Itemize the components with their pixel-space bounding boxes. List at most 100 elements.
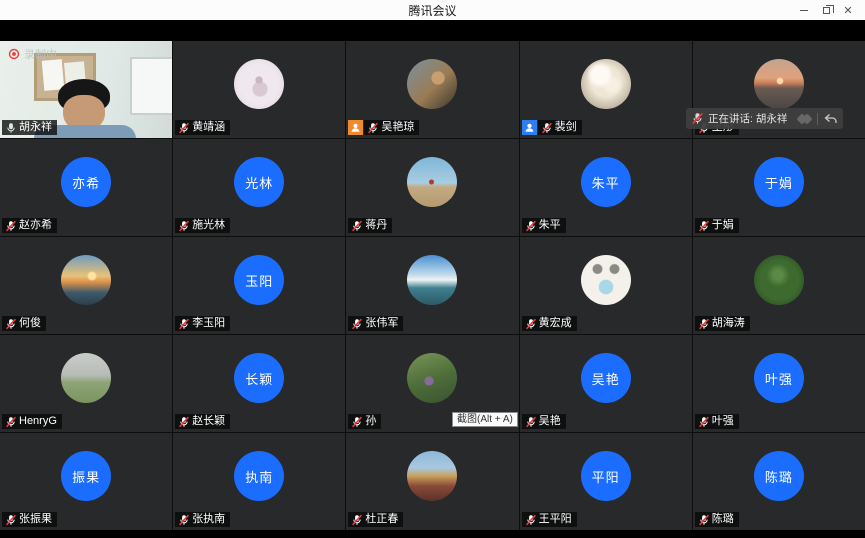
participant-name: 王平阳 bbox=[539, 512, 572, 527]
name-label-row: 张执南 bbox=[175, 512, 230, 527]
speaking-toast: 正在讲话: 胡永祥 bbox=[686, 108, 843, 129]
avatar: 叶强 bbox=[754, 353, 804, 403]
participant-tile[interactable]: 胡海涛 bbox=[693, 237, 865, 334]
avatar: 朱平 bbox=[581, 157, 631, 207]
toast-decoration-icon bbox=[798, 115, 811, 123]
participant-tile[interactable]: 平阳 王平阳 bbox=[520, 433, 692, 530]
restore-button[interactable] bbox=[815, 0, 837, 20]
avatar-initials: 亦希 bbox=[72, 173, 100, 192]
avatar bbox=[407, 255, 457, 305]
avatar: 长颖 bbox=[234, 353, 284, 403]
participant-tile[interactable]: 黄靖涵 bbox=[173, 41, 345, 138]
name-label-row: 孙 bbox=[348, 414, 381, 429]
reply-arrow-icon[interactable] bbox=[824, 113, 838, 125]
participant-name: 胡永祥 bbox=[19, 120, 52, 135]
participant-tile[interactable]: 裴剑 bbox=[520, 41, 692, 138]
muted-mic-icon bbox=[525, 416, 537, 428]
participant-tile[interactable]: 吴艳 吴艳 bbox=[520, 335, 692, 432]
participant-tile[interactable]: 何俊 bbox=[0, 237, 172, 334]
muted-mic-icon bbox=[698, 220, 710, 232]
name-label-row: 黄宏成 bbox=[522, 316, 577, 331]
participant-tile[interactable]: 亦希 赵亦希 bbox=[0, 139, 172, 236]
avatar bbox=[754, 59, 804, 109]
participant-tile[interactable]: 黄宏成 bbox=[520, 237, 692, 334]
avatar-initials: 朱平 bbox=[592, 173, 620, 192]
avatar bbox=[581, 59, 631, 109]
recording-label: 录制中 bbox=[24, 46, 57, 62]
participant-name: 张执南 bbox=[192, 512, 225, 527]
muted-mic-icon bbox=[525, 220, 537, 232]
name-label-row: 蒋丹 bbox=[348, 218, 392, 233]
name-label-row: 杜正春 bbox=[348, 512, 403, 527]
participant-tile[interactable]: 叶强 叶强 bbox=[693, 335, 865, 432]
participant-tile[interactable]: 张伟军 bbox=[346, 237, 518, 334]
minimize-button[interactable] bbox=[793, 0, 815, 20]
participant-name: 杜正春 bbox=[365, 512, 398, 527]
participant-name: 施光林 bbox=[192, 218, 225, 233]
participant-name: 蒋丹 bbox=[365, 218, 387, 233]
name-label-row: 黄靖涵 bbox=[175, 120, 230, 135]
participant-tile[interactable]: 振果 张振果 bbox=[0, 433, 172, 530]
participant-name: 胡海涛 bbox=[712, 316, 745, 331]
avatar: 平阳 bbox=[581, 451, 631, 501]
name-label-row: 于娟 bbox=[695, 218, 739, 233]
name-label: 何俊 bbox=[2, 316, 46, 331]
participant-tile[interactable]: 录制中 胡永祥 bbox=[0, 41, 172, 138]
avatar-initials: 叶强 bbox=[765, 369, 793, 388]
window-title: 腾讯会议 bbox=[408, 2, 456, 19]
participant-name: 张伟军 bbox=[365, 316, 398, 331]
name-label: 赵亦希 bbox=[2, 218, 57, 233]
muted-mic-icon bbox=[691, 112, 704, 125]
participant-tile[interactable]: 杜正春 bbox=[346, 433, 518, 530]
muted-mic-icon bbox=[541, 122, 553, 134]
avatar: 振果 bbox=[61, 451, 111, 501]
avatar-initials: 执南 bbox=[245, 467, 273, 486]
participant-tile[interactable]: 蒋丹 bbox=[346, 139, 518, 236]
recording-dot-icon bbox=[8, 48, 20, 60]
participant-name: 李玉阳 bbox=[192, 316, 225, 331]
avatar bbox=[61, 255, 111, 305]
avatar bbox=[407, 353, 457, 403]
participant-tile[interactable]: 长颖 赵长颖 bbox=[173, 335, 345, 432]
avatar-initials: 玉阳 bbox=[245, 271, 273, 290]
participant-tile[interactable]: 陈璐 陈璐 bbox=[693, 433, 865, 530]
avatar: 光林 bbox=[234, 157, 284, 207]
muted-mic-icon bbox=[5, 514, 17, 526]
participant-name: 裴剑 bbox=[555, 120, 577, 135]
participant-tile[interactable]: 光林 施光林 bbox=[173, 139, 345, 236]
avatar-initials: 陈璐 bbox=[765, 467, 793, 486]
participant-name: 叶强 bbox=[712, 414, 734, 429]
muted-mic-icon bbox=[525, 514, 537, 526]
meeting-stage: 录制中 胡永祥 bbox=[0, 20, 865, 538]
close-button[interactable]: ✕ bbox=[837, 0, 859, 20]
avatar bbox=[407, 157, 457, 207]
avatar-initials: 平阳 bbox=[592, 467, 620, 486]
avatar bbox=[581, 255, 631, 305]
whiteboard bbox=[130, 57, 172, 115]
muted-mic-icon bbox=[178, 318, 190, 330]
participant-tile[interactable]: 执南 张执南 bbox=[173, 433, 345, 530]
name-label-row: 胡永祥 bbox=[2, 120, 57, 135]
muted-mic-icon bbox=[525, 318, 537, 330]
participant-tile[interactable]: 吴艳琼 bbox=[346, 41, 518, 138]
participant-tile[interactable]: HenryG bbox=[0, 335, 172, 432]
name-label: 王平阳 bbox=[522, 512, 577, 527]
participant-name: 张振果 bbox=[19, 512, 52, 527]
name-label: 施光林 bbox=[175, 218, 230, 233]
muted-mic-icon bbox=[698, 416, 710, 428]
participant-name: 何俊 bbox=[19, 316, 41, 331]
name-label: 赵长颖 bbox=[175, 414, 230, 429]
role-badge-icon bbox=[348, 120, 363, 135]
participant-tile[interactable]: 玉阳 李玉阳 bbox=[173, 237, 345, 334]
avatar-initials: 吴艳 bbox=[592, 369, 620, 388]
name-label-row: 王平阳 bbox=[522, 512, 577, 527]
participant-name: 吴艳琼 bbox=[381, 120, 414, 135]
participant-tile[interactable]: 于娟 于娟 bbox=[693, 139, 865, 236]
muted-mic-icon bbox=[5, 416, 17, 428]
name-label: 胡海涛 bbox=[695, 316, 750, 331]
participant-name: 于娟 bbox=[712, 218, 734, 233]
muted-mic-icon bbox=[5, 220, 17, 232]
avatar: 执南 bbox=[234, 451, 284, 501]
avatar-initials: 振果 bbox=[72, 467, 100, 486]
participant-tile[interactable]: 朱平 朱平 bbox=[520, 139, 692, 236]
